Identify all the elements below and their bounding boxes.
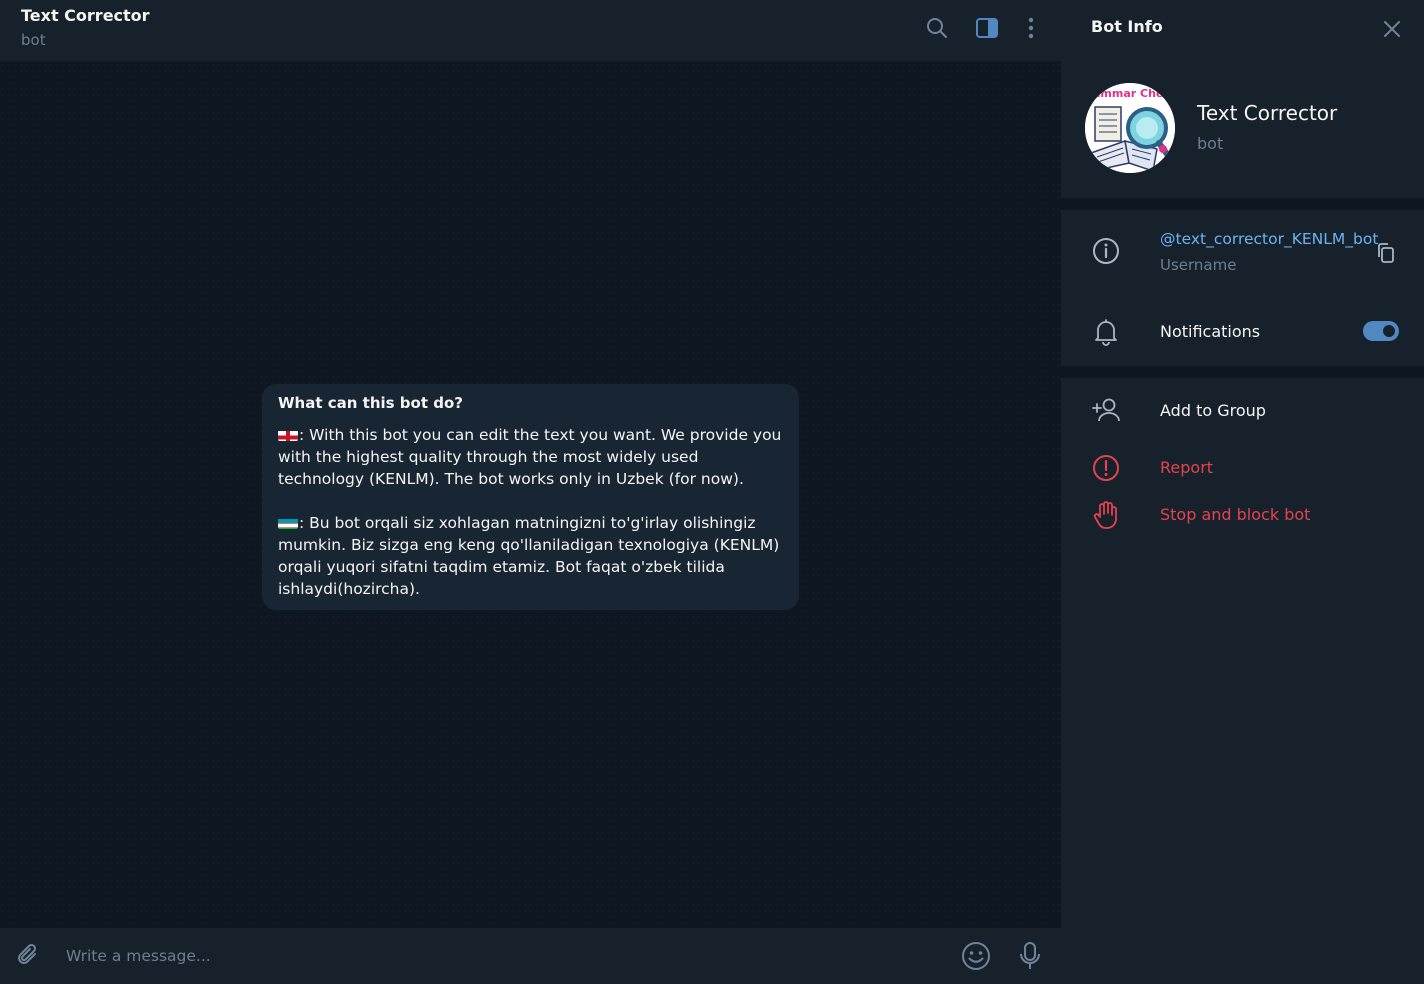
- copy-icon[interactable]: [1373, 240, 1399, 266]
- england-flag-icon: [278, 428, 298, 441]
- username-label: Username: [1160, 256, 1237, 274]
- emoji-icon[interactable]: [960, 940, 992, 972]
- bot-info-panel: Bot Info ammar Che Text Corrector bot @t…: [1061, 0, 1424, 984]
- add-to-group-label: Add to Group: [1160, 401, 1266, 420]
- bot-avatar[interactable]: ammar Che: [1085, 83, 1175, 173]
- add-to-group-row[interactable]: Add to Group: [1061, 386, 1424, 434]
- composer: [0, 928, 1061, 984]
- bell-icon: [1089, 315, 1123, 349]
- chat-header: Text Corrector bot: [0, 0, 1061, 62]
- bot-intro-card: What can this bot do? : With this bot yo…: [262, 384, 799, 610]
- hand-stop-icon: [1089, 498, 1123, 532]
- chat-subtitle: bot: [21, 31, 46, 49]
- panel-header: Bot Info: [1061, 0, 1424, 56]
- chat-title[interactable]: Text Corrector: [21, 6, 150, 25]
- microphone-icon[interactable]: [1014, 940, 1046, 972]
- intro-uzbek: : Bu bot orqali siz xohlagan matningizni…: [278, 512, 783, 600]
- username-value[interactable]: @text_corrector_KENLM_bot: [1160, 230, 1378, 248]
- report-row[interactable]: Report: [1061, 444, 1424, 492]
- profile-section: ammar Che Text Corrector bot: [1061, 56, 1424, 198]
- stop-block-label: Stop and block bot: [1160, 505, 1311, 524]
- toggle-knob: [1381, 323, 1397, 339]
- chat-area: Text Corrector bot What can this bot do?…: [0, 0, 1061, 984]
- close-icon[interactable]: [1378, 15, 1406, 43]
- sidebar-toggle-icon[interactable]: [973, 14, 1001, 42]
- intro-english: : With this bot you can edit the text yo…: [278, 424, 783, 490]
- add-user-icon: [1089, 393, 1123, 427]
- search-icon[interactable]: [923, 14, 951, 42]
- username-row[interactable]: @text_corrector_KENLM_bot Username: [1061, 210, 1424, 296]
- notifications-label: Notifications: [1160, 322, 1261, 341]
- section-divider: [1061, 198, 1424, 210]
- intro-english-text: : With this bot you can edit the text yo…: [278, 426, 782, 488]
- stop-block-row[interactable]: Stop and block bot: [1061, 491, 1424, 539]
- uzbekistan-flag-icon: [278, 516, 298, 529]
- message-input[interactable]: [66, 944, 926, 968]
- info-icon: [1089, 234, 1123, 268]
- telegram-window: Text Corrector bot What can this bot do?…: [0, 0, 1424, 984]
- report-label: Report: [1160, 458, 1214, 477]
- avatar-logo-text: ammar Che: [1093, 87, 1163, 100]
- paperclip-icon[interactable]: [13, 940, 45, 972]
- more-vertical-icon[interactable]: [1017, 14, 1045, 42]
- notifications-toggle[interactable]: [1363, 321, 1399, 341]
- section-divider: [1061, 366, 1424, 378]
- profile-status: bot: [1197, 134, 1224, 153]
- panel-title: Bot Info: [1091, 17, 1163, 36]
- intro-uzbek-text: : Bu bot orqali siz xohlagan matningizni…: [278, 514, 780, 598]
- profile-name: Text Corrector: [1197, 101, 1338, 125]
- notifications-row[interactable]: Notifications: [1061, 298, 1424, 366]
- report-icon: [1089, 451, 1123, 485]
- intro-title: What can this bot do?: [278, 394, 463, 412]
